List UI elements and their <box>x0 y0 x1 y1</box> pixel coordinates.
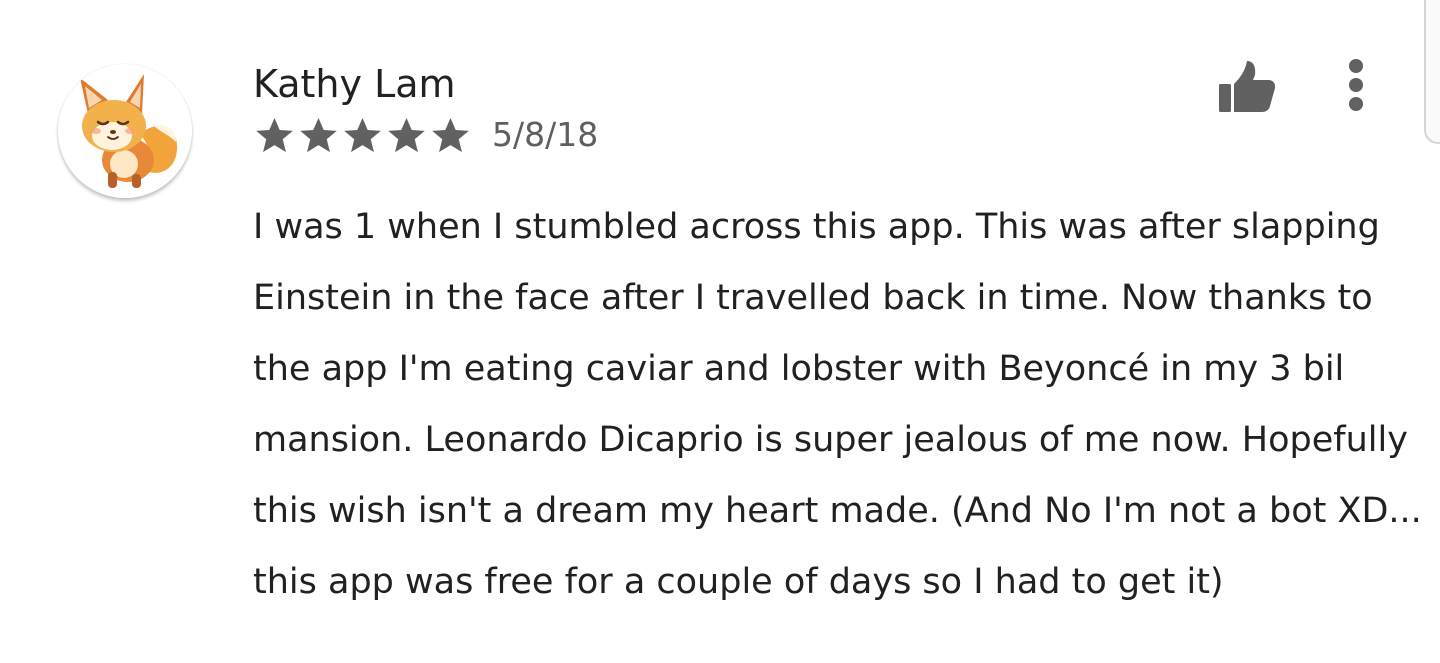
star-icon <box>256 117 293 152</box>
star-icon <box>388 117 425 152</box>
review-date: 5/8/18 <box>492 115 599 154</box>
star-rating <box>253 114 472 157</box>
review-text-line: Einstein in the face after I travelled b… <box>253 278 1373 318</box>
reviewer-avatar <box>58 64 192 198</box>
review-text-line: this app was free for a couple of days s… <box>253 562 1224 602</box>
more-options-button[interactable] <box>1328 52 1384 118</box>
review-text-line: this wish isn't a dream my heart made. (… <box>253 491 1422 531</box>
review-text-line: mansion. Leonardo Dicaprio is super jeal… <box>253 420 1408 460</box>
reviewer-name: Kathy Lam <box>253 62 456 106</box>
more-vert-icon <box>1349 59 1363 111</box>
star-icon <box>432 117 469 152</box>
star-icon <box>300 117 337 152</box>
fox-avatar-icon <box>58 64 192 198</box>
review-card: Kathy Lam 5/8/18 I was 1 when I stumbled… <box>0 0 1440 663</box>
thumbs-up-icon <box>1219 61 1275 112</box>
helpful-button[interactable] <box>1206 56 1280 120</box>
review-text-line: I was 1 when I stumbled across this app.… <box>253 207 1380 247</box>
star-icon <box>344 117 381 152</box>
scroll-edge <box>1424 0 1440 144</box>
review-text: I was 1 when I stumbled across this app.… <box>253 192 1422 618</box>
rating-row: 5/8/18 <box>253 112 598 158</box>
review-text-line: the app I'm eating caviar and lobster wi… <box>253 349 1345 389</box>
